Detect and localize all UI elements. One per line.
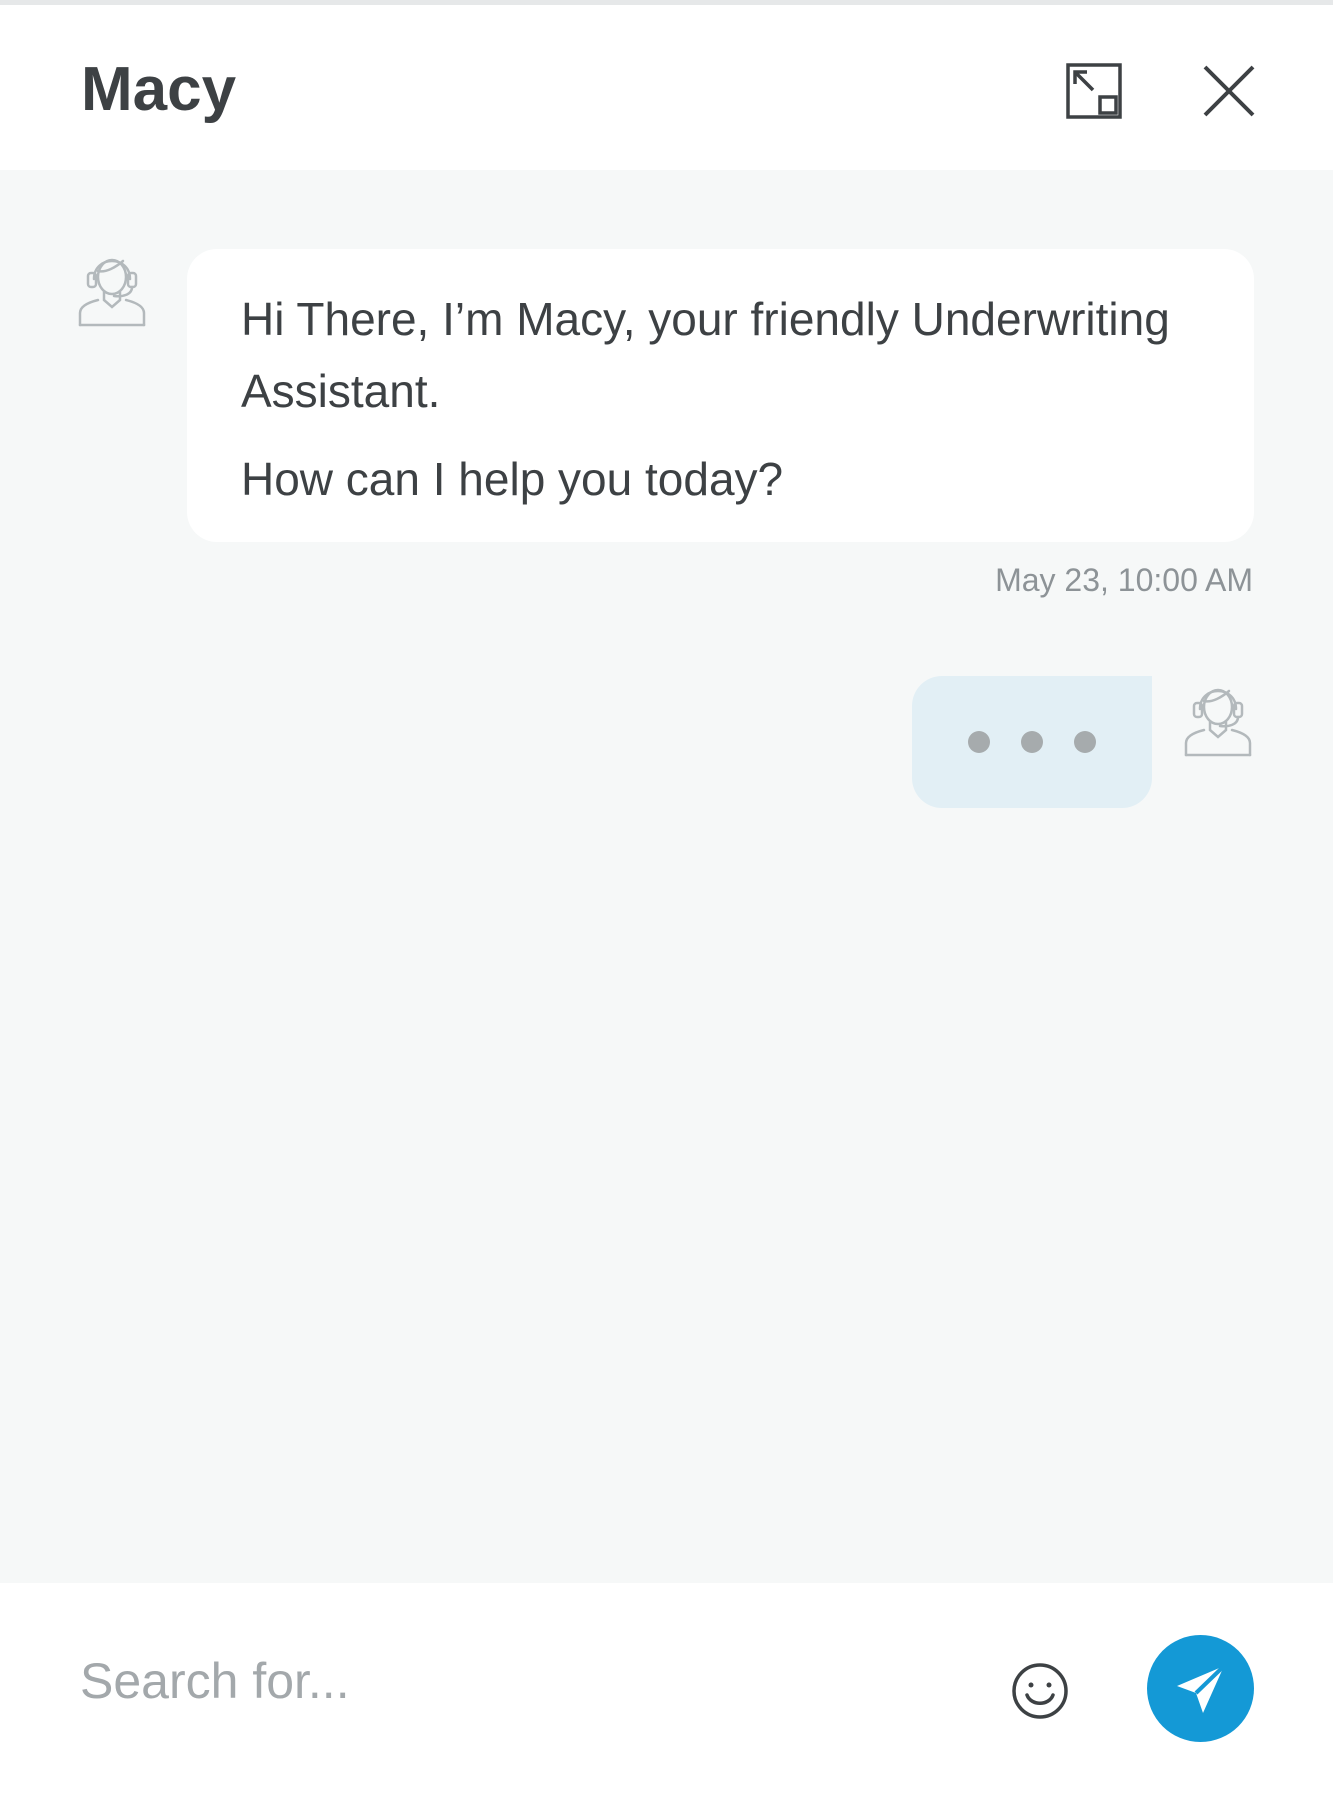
typing-dot [968, 731, 990, 753]
bot-avatar [76, 245, 148, 327]
message-composer [0, 1583, 1333, 1795]
expand-icon [1066, 63, 1122, 119]
conversation-area[interactable]: Hi There, I’m Macy, your friendly Underw… [0, 170, 1333, 1583]
agent-headset-icon [1184, 688, 1252, 757]
close-button[interactable] [1193, 55, 1265, 127]
expand-button[interactable] [1058, 55, 1130, 127]
bot-message-line: Hi There, I’m Macy, your friendly Underw… [241, 293, 1170, 417]
typing-dot [1074, 731, 1096, 753]
smiley-icon [1012, 1663, 1068, 1719]
send-button[interactable] [1147, 1635, 1254, 1742]
typing-indicator [912, 676, 1152, 808]
search-input[interactable] [80, 1641, 960, 1721]
chat-widget: Macy Hi There, I’m Macy, your friendly U… [0, 0, 1333, 1795]
typing-avatar [1182, 675, 1254, 757]
paper-plane-icon [1176, 1664, 1225, 1713]
agent-headset-icon [78, 258, 146, 327]
message-timestamp: May 23, 10:00 AM [995, 562, 1253, 598]
chat-header: Macy [0, 10, 1333, 170]
emoji-button[interactable] [1008, 1659, 1072, 1723]
chat-title: Macy [81, 55, 237, 124]
typing-dot [1021, 731, 1043, 753]
close-icon [1203, 65, 1255, 117]
bot-message-line: How can I help you today? [241, 453, 784, 505]
bot-message-bubble: Hi There, I’m Macy, your friendly Underw… [187, 249, 1254, 542]
